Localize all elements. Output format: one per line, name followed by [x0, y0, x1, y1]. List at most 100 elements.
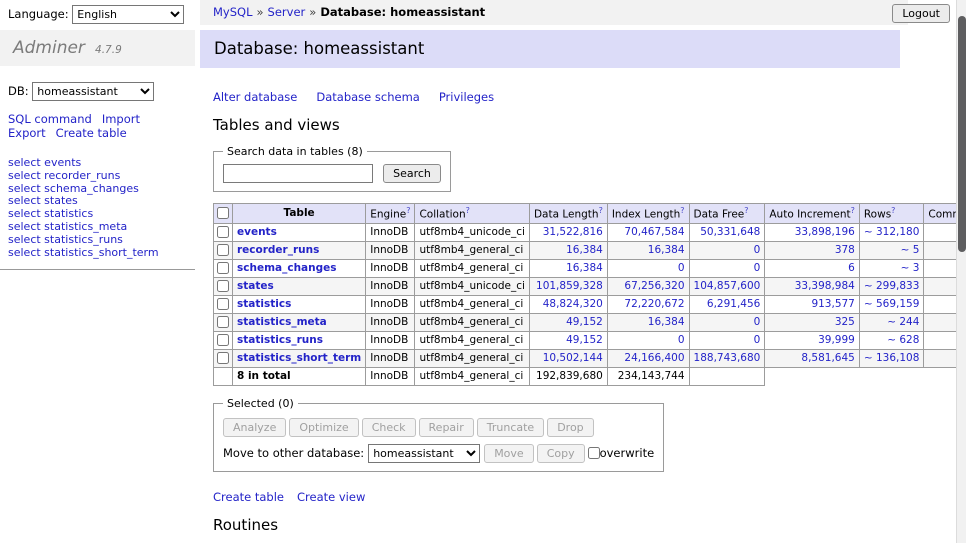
scrollbar-thumb[interactable] [958, 16, 966, 252]
index_length-link[interactable]: 0 [678, 262, 685, 274]
link-create-view[interactable]: Create view [297, 490, 365, 504]
table-row-statistics_runs: statistics_runsInnoDButf8mb4_general_ci4… [214, 331, 966, 349]
nav-link-privileges[interactable]: Privileges [439, 90, 494, 104]
sidebar-link-create-table[interactable]: Create table [56, 126, 127, 140]
data_length-link[interactable]: 101,859,328 [536, 280, 603, 292]
rows-link[interactable]: ~ 569,159 [864, 298, 920, 310]
auto_increment-link[interactable]: 39,999 [818, 334, 855, 346]
repair-button[interactable]: Repair [419, 418, 474, 437]
breadcrumb-link-server[interactable]: Server [268, 5, 306, 19]
truncate-button[interactable]: Truncate [477, 418, 544, 437]
auto_increment-link[interactable]: 913,577 [811, 298, 854, 310]
sidebar-link-export[interactable]: Export [8, 126, 46, 140]
check-button[interactable]: Check [362, 418, 416, 437]
table-name-link[interactable]: recorder_runs [237, 244, 319, 256]
nav-link-alter-database[interactable]: Alter database [213, 90, 297, 104]
row-checkbox[interactable] [217, 244, 229, 256]
row-checkbox[interactable] [217, 262, 229, 274]
data_length-link[interactable]: 48,824,320 [543, 298, 603, 310]
auto_increment-link[interactable]: 8,581,645 [801, 352, 854, 364]
table-name-link[interactable]: statistics_meta [237, 316, 327, 328]
logout-button[interactable]: Logout [892, 4, 950, 23]
index_length-link[interactable]: 72,220,672 [624, 298, 684, 310]
row-checkbox[interactable] [217, 226, 229, 238]
rows-link[interactable]: ~ 312,180 [864, 226, 920, 238]
analyze-button[interactable]: Analyze [223, 418, 286, 437]
scrollbar-track[interactable] [956, 0, 966, 543]
doc-help-link[interactable]: ? [466, 206, 470, 215]
row-checkbox[interactable] [217, 334, 229, 346]
index_length-link[interactable]: 67,256,320 [624, 280, 684, 292]
doc-help-link[interactable]: ? [680, 206, 684, 215]
rows-link[interactable]: ~ 136,108 [864, 352, 920, 364]
drop-button[interactable]: Drop [547, 418, 593, 437]
doc-help-link[interactable]: ? [599, 206, 603, 215]
table-name-link[interactable]: statistics [237, 298, 291, 310]
auto_increment-link[interactable]: 6 [848, 262, 855, 274]
doc-help-link[interactable]: ? [851, 206, 855, 215]
index_length-link[interactable]: 70,467,584 [624, 226, 684, 238]
sidebar-link-sql-command[interactable]: SQL command [8, 112, 92, 126]
move-button[interactable]: Move [484, 444, 534, 463]
data_free-link[interactable]: 50,331,648 [700, 226, 760, 238]
breadcrumb-link-mysql[interactable]: MySQL [213, 5, 253, 19]
data_length-link[interactable]: 16,384 [566, 262, 603, 274]
doc-help-link[interactable]: ? [406, 206, 410, 215]
sidebar-link-import[interactable]: Import [102, 112, 140, 126]
table-name-link[interactable]: states [237, 280, 274, 292]
data_free-link[interactable]: 0 [754, 244, 761, 256]
copy-button[interactable]: Copy [537, 444, 585, 463]
auto_increment-link[interactable]: 33,398,984 [795, 280, 855, 292]
data_free-link[interactable]: 0 [754, 316, 761, 328]
row-checkbox[interactable] [217, 352, 229, 364]
index_length-link[interactable]: 24,166,400 [624, 352, 684, 364]
data_free-link[interactable]: 0 [754, 334, 761, 346]
doc-help-link[interactable]: ? [891, 206, 895, 215]
sidebar-item-select-statistics-short-term[interactable]: select statistics_short_term [8, 247, 195, 260]
link-create-table[interactable]: Create table [213, 490, 284, 504]
rows-link[interactable]: ~ 299,833 [864, 280, 920, 292]
language-select[interactable]: English [72, 5, 184, 24]
row-checkbox[interactable] [217, 298, 229, 310]
overwrite-checkbox[interactable] [588, 447, 600, 459]
rows-link[interactable]: ~ 3 [901, 262, 920, 274]
rows-link[interactable]: ~ 244 [887, 316, 919, 328]
table-name-link[interactable]: statistics_short_term [237, 352, 361, 364]
rows-link[interactable]: ~ 5 [901, 244, 920, 256]
index_length-link[interactable]: 0 [678, 334, 685, 346]
search-input[interactable] [223, 164, 373, 183]
table-name-link[interactable]: schema_changes [237, 262, 337, 274]
nav-link-database-schema[interactable]: Database schema [316, 90, 419, 104]
db-select[interactable]: homeassistant [32, 82, 154, 101]
sidebar-item-select-events[interactable]: select events [8, 157, 195, 170]
data_length-link[interactable]: 49,152 [566, 334, 603, 346]
auto_increment-link[interactable]: 33,898,196 [795, 226, 855, 238]
search-button[interactable]: Search [383, 164, 441, 183]
sidebar: Adminer 4.7.9 DB: homeassistant SQL comm… [0, 30, 195, 270]
optimize-button[interactable]: Optimize [289, 418, 358, 437]
row-checkbox[interactable] [217, 280, 229, 292]
row-checkbox[interactable] [217, 316, 229, 328]
overwrite-label[interactable]: overwrite [600, 446, 655, 460]
index_length-link[interactable]: 16,384 [648, 244, 685, 256]
auto_increment-link[interactable]: 378 [835, 244, 855, 256]
data_length-link[interactable]: 49,152 [566, 316, 603, 328]
index_length-link[interactable]: 16,384 [648, 316, 685, 328]
data_free-link[interactable]: 6,291,456 [707, 298, 760, 310]
auto_increment-link[interactable]: 325 [835, 316, 855, 328]
tables-heading: Tables and views [213, 116, 912, 134]
sidebar-item-select-recorder-runs[interactable]: select recorder_runs [8, 170, 195, 183]
data_length-link[interactable]: 16,384 [566, 244, 603, 256]
data_free-link[interactable]: 104,857,600 [694, 280, 761, 292]
table-total-row: 8 in totalInnoDButf8mb4_general_ci192,83… [214, 367, 966, 385]
doc-help-link[interactable]: ? [744, 206, 748, 215]
data_free-link[interactable]: 188,743,680 [694, 352, 761, 364]
move-db-select[interactable]: homeassistant [368, 444, 480, 463]
table-name-link[interactable]: events [237, 226, 277, 238]
select-all-checkbox[interactable] [217, 207, 229, 219]
data_free-link[interactable]: 0 [754, 262, 761, 274]
data_length-link[interactable]: 10,502,144 [543, 352, 603, 364]
table-name-link[interactable]: statistics_runs [237, 334, 323, 346]
data_length-link[interactable]: 31,522,816 [543, 226, 603, 238]
rows-link[interactable]: ~ 628 [887, 334, 919, 346]
